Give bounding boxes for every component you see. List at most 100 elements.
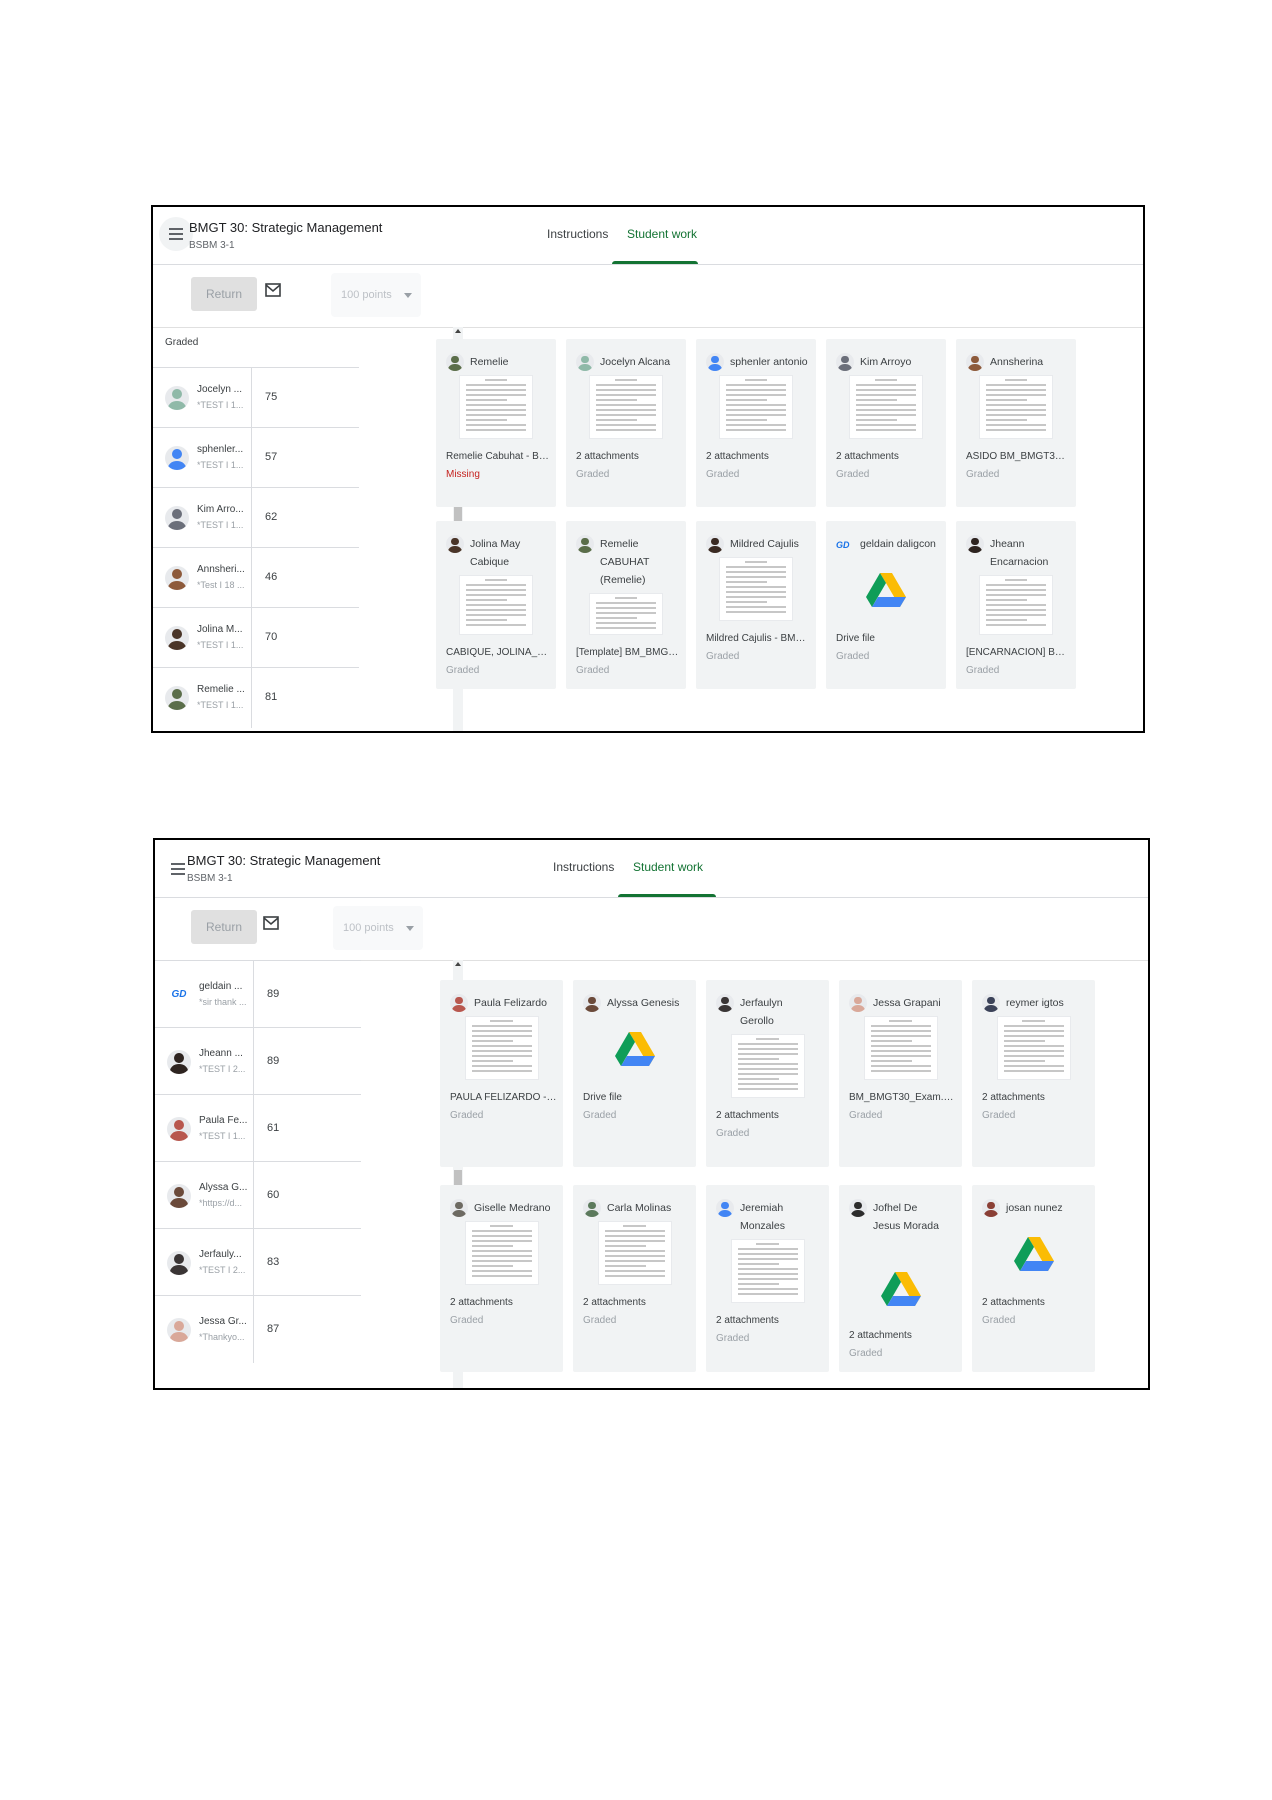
card-attachment-name[interactable]: 2 attachments bbox=[982, 1297, 1089, 1308]
student-work-card[interactable]: Remelie CABUHAT (Remelie) [Template] BM_B… bbox=[566, 521, 686, 689]
google-drive-icon bbox=[614, 1030, 655, 1075]
course-section: BSBM 3-1 bbox=[187, 873, 233, 884]
student-grade[interactable]: 81 bbox=[265, 691, 277, 703]
card-attachment-name[interactable]: [ENCARNACION] BM_... bbox=[966, 647, 1070, 658]
student-row[interactable]: Alyssa G... *https://d... 60 bbox=[155, 1161, 361, 1229]
envelope-icon bbox=[265, 283, 281, 301]
student-row[interactable]: GD geldain ... *sir thank ... 89 bbox=[155, 960, 361, 1028]
student-grade[interactable]: 89 bbox=[267, 1055, 279, 1067]
student-private-comment: *TEST I 1... bbox=[197, 400, 244, 410]
card-status: Graded bbox=[583, 1110, 617, 1121]
student-private-comment: *TEST I 2... bbox=[199, 1063, 246, 1074]
student-work-card[interactable]: GD geldain daligcon Drive file Graded bbox=[826, 521, 946, 689]
student-name: sphenler... bbox=[197, 444, 244, 455]
avatar-head bbox=[987, 996, 995, 1005]
card-attachment-name[interactable]: CABIQUE, JOLINA_ST... bbox=[446, 647, 550, 658]
card-status: Graded bbox=[849, 1348, 883, 1359]
student-work-card[interactable]: Jessa Grapani BM_BMGT30_Exam.d... Graded bbox=[839, 980, 962, 1167]
student-work-card[interactable]: Jeremiah Monzales 2 attachments Graded bbox=[706, 1185, 829, 1372]
return-button[interactable]: Return bbox=[191, 277, 257, 311]
student-row[interactable]: Jolina M... *TEST I 1... 70 bbox=[153, 607, 359, 668]
student-row[interactable]: sphenler... *TEST I 1... 57 bbox=[153, 427, 359, 488]
card-attachment-name[interactable]: 2 attachments bbox=[982, 1092, 1089, 1103]
student-private-comment: *TEST I 1... bbox=[197, 460, 244, 470]
avatar-body bbox=[708, 546, 722, 553]
student-grade[interactable]: 60 bbox=[267, 1189, 279, 1201]
student-grade[interactable]: 83 bbox=[267, 1256, 279, 1268]
hamburger-icon bbox=[169, 233, 183, 235]
student-grade[interactable]: 46 bbox=[265, 571, 277, 583]
student-row[interactable]: Jocelyn ... *TEST I 1... 75 bbox=[153, 367, 359, 428]
student-work-card[interactable]: josan nunez 2 attachments Graded bbox=[972, 1185, 1095, 1372]
avatar-head bbox=[172, 389, 182, 400]
tab-student-work[interactable]: Student work bbox=[633, 860, 703, 874]
card-attachment-name[interactable]: 2 attachments bbox=[716, 1110, 823, 1121]
student-work-card[interactable]: Jolina May Cabique CABIQUE, JOLINA_ST... G… bbox=[436, 521, 556, 689]
email-button[interactable] bbox=[263, 916, 279, 930]
student-row[interactable]: Annsheri... *Test I 18 ... 46 bbox=[153, 547, 359, 608]
card-attachment-name[interactable]: 2 attachments bbox=[849, 1330, 956, 1341]
avatar-body bbox=[169, 1064, 189, 1074]
student-work-card[interactable]: Jocelyn Alcana 2 attachments Graded bbox=[566, 339, 686, 507]
card-attachment-name[interactable]: PAULA FELIZARDO - B... bbox=[450, 1092, 557, 1103]
student-work-card[interactable]: Mildred Cajulis Mildred Cajulis - BM_B...… bbox=[696, 521, 816, 689]
card-attachment-name[interactable]: Drive file bbox=[583, 1092, 690, 1103]
card-attachment-name[interactable]: 2 attachments bbox=[836, 451, 940, 462]
student-work-card[interactable]: sphenler antonio 2 attachments Graded bbox=[696, 339, 816, 507]
card-attachment-name[interactable]: [Template] BM_BMGT... bbox=[576, 647, 680, 658]
card-attachment-name[interactable]: Mildred Cajulis - BM_B... bbox=[706, 633, 810, 644]
student-work-card[interactable]: Alyssa Genesis Drive file Graded bbox=[573, 980, 696, 1167]
scroll-up-arrow[interactable] bbox=[455, 329, 461, 333]
student-grade[interactable]: 70 bbox=[265, 631, 277, 643]
student-work-card[interactable]: Annsherina AsidoASIDO BM_BMGT30_...Grade… bbox=[956, 339, 1076, 507]
card-status: Graded bbox=[450, 1315, 484, 1326]
card-attachment-name[interactable]: Drive file bbox=[836, 633, 940, 644]
card-attachment-name[interactable]: ASIDO BM_BMGT30_... bbox=[966, 451, 1070, 462]
points-dropdown[interactable]: 100 points bbox=[331, 273, 421, 317]
student-row[interactable]: Remelie ... *TEST I 1... 81 bbox=[153, 667, 359, 728]
student-row[interactable]: Jerfauly... *TEST I 2... 83 bbox=[155, 1228, 361, 1296]
student-grade[interactable]: 89 bbox=[267, 988, 279, 1000]
student-work-card[interactable]: Giselle Medrano 2 attachments Graded bbox=[440, 1185, 563, 1372]
student-row[interactable]: Kim Arro... *TEST I 1... 62 bbox=[153, 487, 359, 548]
return-button[interactable]: Return bbox=[191, 910, 257, 944]
tab-student-work[interactable]: Student work bbox=[627, 227, 697, 241]
card-attachment-name[interactable]: 2 attachments bbox=[706, 451, 810, 462]
student-work-card[interactable]: Jheann Encarnacion [ENCARNACION] BM_... Gr… bbox=[956, 521, 1076, 689]
card-attachment-name[interactable]: BM_BMGT30_Exam.d... bbox=[849, 1092, 956, 1103]
card-attachment-name[interactable]: 2 attachments bbox=[450, 1297, 557, 1308]
card-attachment-name[interactable]: Remelie Cabuhat - BM... bbox=[446, 451, 550, 462]
card-attachment-name[interactable]: 2 attachments bbox=[576, 451, 680, 462]
student-row[interactable]: Jheann ... *TEST I 2... 89 bbox=[155, 1027, 361, 1095]
email-button[interactable] bbox=[265, 283, 281, 297]
student-grade[interactable]: 62 bbox=[265, 511, 277, 523]
student-avatar bbox=[165, 506, 189, 530]
points-dropdown[interactable]: 100 points bbox=[333, 906, 423, 950]
main-menu-button[interactable] bbox=[159, 217, 193, 251]
student-name: Paula Fe... bbox=[199, 1114, 248, 1126]
student-work-card[interactable]: Paula Felizardo PAULA FELIZARDO - B... Gra… bbox=[440, 980, 563, 1167]
card-attachment-name[interactable]: 2 attachments bbox=[716, 1315, 823, 1326]
student-private-comment: *TEST I 1... bbox=[199, 1130, 246, 1141]
student-work-card[interactable]: Jerfaulyn Gerollo 2 attachments Graded bbox=[706, 980, 829, 1167]
student-grade[interactable]: 57 bbox=[265, 451, 277, 463]
student-work-card[interactable]: Remelie CabuhatRemelie Cabuhat - BM...Mi… bbox=[436, 339, 556, 507]
student-grade[interactable]: 75 bbox=[265, 391, 277, 403]
student-grade[interactable]: 61 bbox=[267, 1122, 279, 1134]
student-work-card[interactable]: Kim Arroyo 2 attachments Graded bbox=[826, 339, 946, 507]
card-attachment-name[interactable]: 2 attachments bbox=[583, 1297, 690, 1308]
student-work-card[interactable]: Carla Molinas 2 attachments Graded bbox=[573, 1185, 696, 1372]
student-row[interactable]: Paula Fe... *TEST I 1... 61 bbox=[155, 1094, 361, 1162]
tab-instructions[interactable]: Instructions bbox=[553, 860, 614, 874]
avatar-body bbox=[708, 364, 722, 371]
student-work-card[interactable]: Jofhel De Jesus Morada 2 attachments Grade… bbox=[839, 1185, 962, 1372]
scroll-up-arrow[interactable] bbox=[455, 962, 461, 966]
student-work-card[interactable]: reymer igtos 2 attachments Graded bbox=[972, 980, 1095, 1167]
student-grade[interactable]: 87 bbox=[267, 1323, 279, 1335]
student-name: Jolina M... bbox=[197, 624, 243, 635]
avatar-head bbox=[588, 996, 596, 1005]
avatar-body bbox=[167, 520, 187, 530]
student-name: Alyssa G... bbox=[199, 1181, 248, 1193]
tab-instructions[interactable]: Instructions bbox=[547, 227, 608, 241]
student-row[interactable]: Jessa Gr... *Thankyo... 87 bbox=[155, 1295, 361, 1363]
